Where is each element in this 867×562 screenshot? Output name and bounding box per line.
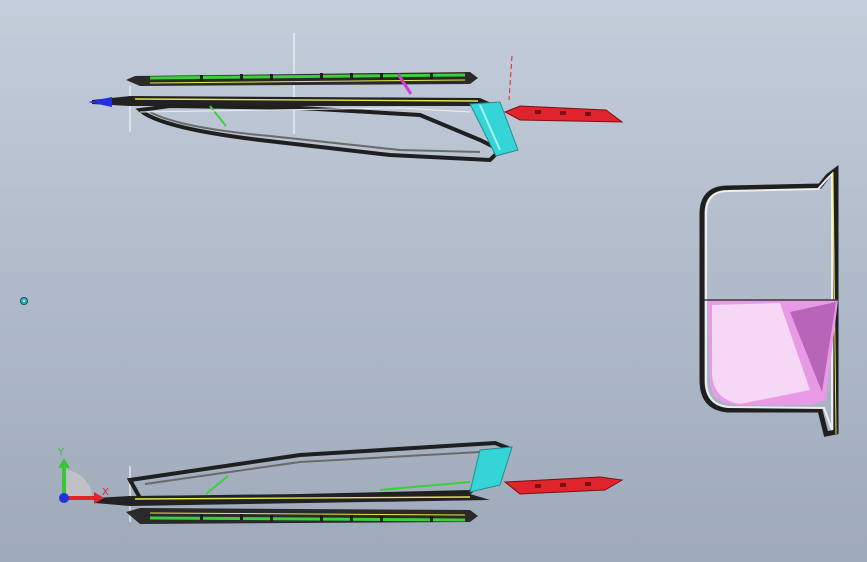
cad-viewport[interactable]: Y X [0,0,867,562]
centerline-red [508,55,513,101]
right-view-assembly[interactable] [699,165,839,437]
x-axis-label: X [102,487,109,498]
top-view-assembly[interactable] [88,33,624,163]
bottom-strut-green [205,475,229,495]
triad-arc [64,470,92,498]
model-canvas[interactable]: Y X [0,0,867,562]
bottom-accent-green [379,481,471,491]
bottom-frame-inner [144,451,481,485]
bottom-rail-body[interactable] [126,508,478,524]
z-axis-origin [59,493,69,503]
frame-strut-green [209,105,227,127]
bottom-view-assembly[interactable] [95,440,624,524]
bottom-main-beam[interactable] [95,494,490,506]
y-axis-head [58,458,70,468]
beam-end-blue-tip [88,97,112,107]
y-axis-label: Y [57,447,65,458]
bottom-frame-outer[interactable] [126,440,511,501]
bottom-rail-green [149,516,466,522]
axis-triad[interactable]: Y X [57,447,109,504]
origin-point-icon[interactable] [20,297,28,305]
bottom-glass-cyan[interactable] [469,446,513,493]
